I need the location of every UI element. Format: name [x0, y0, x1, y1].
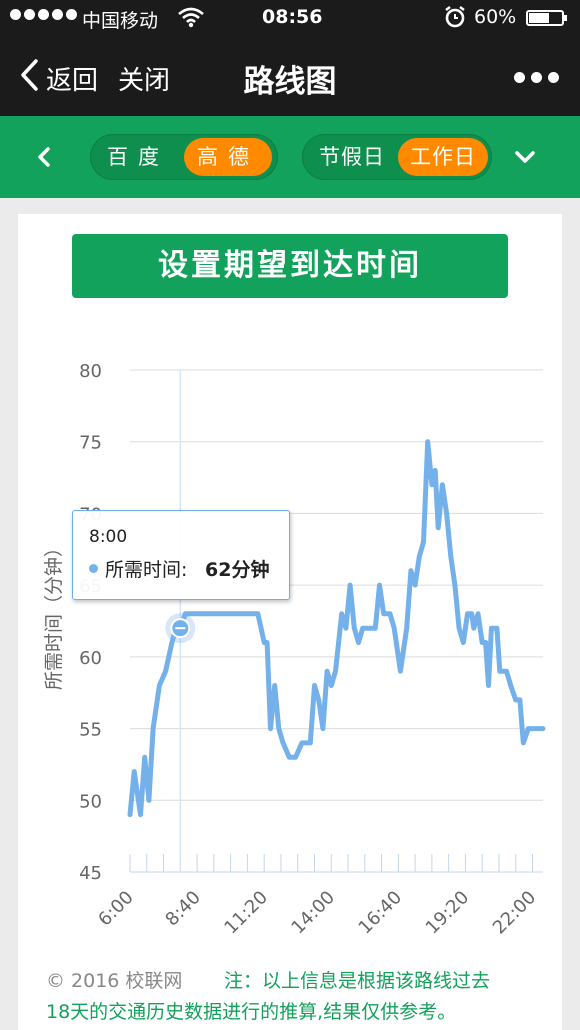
x-tick-label: 16:40 — [355, 887, 407, 939]
alarm-icon — [444, 5, 466, 34]
chevron-left-icon[interactable] — [36, 146, 52, 168]
battery-percent: 60% — [474, 6, 517, 28]
battery-icon — [526, 10, 567, 26]
set-arrival-time-button[interactable]: 设置期望到达时间 — [72, 234, 508, 298]
provider-gaode-option[interactable]: 高德 — [184, 138, 272, 176]
tooltip: 8:00 所需时间: 62分钟 — [72, 510, 290, 600]
chart-card: 设置期望到达时间 所需时间（分钟） 4550556065707580 6:008… — [18, 214, 562, 1030]
more-icon[interactable] — [514, 72, 559, 83]
chevron-down-icon[interactable] — [514, 150, 536, 164]
tooltip-time: 8:00 — [89, 527, 128, 547]
x-tick-label: 8:40 — [161, 887, 204, 930]
x-tick-label: 14:00 — [288, 887, 340, 939]
x-tick-label: 11:20 — [220, 887, 272, 939]
clock: 08:56 — [262, 6, 323, 28]
tooltip-value: 62分钟 — [205, 559, 270, 581]
x-tick-label: 19:20 — [422, 887, 474, 939]
carrier-label: 中国移动 — [82, 10, 159, 32]
x-tick-label: 22:00 — [489, 887, 541, 939]
note-line-2: 18天的交通历史数据进行的推算,结果仅供参考。 — [46, 1001, 457, 1023]
note-line-1: 注：以上信息是根据该路线过去 — [224, 970, 491, 992]
signal-icon — [10, 9, 77, 20]
provider-baidu-option[interactable]: 百度 — [96, 138, 180, 176]
tooltip-label: 所需时间: — [105, 559, 188, 581]
y-tick-label: 45 — [79, 863, 102, 884]
y-axis-label: 所需时间（分钟） — [43, 538, 65, 690]
toolbar: 百度 高德 节假日 工作日 — [0, 116, 580, 198]
y-tick-label: 55 — [79, 720, 102, 741]
wifi-icon — [178, 6, 204, 33]
day-type-toggle: 节假日 工作日 — [302, 134, 492, 180]
nav-bar: 返回 关闭 路线图 — [0, 38, 580, 116]
holiday-option[interactable]: 节假日 — [308, 138, 396, 176]
series-dot-icon — [89, 564, 98, 573]
travel-time-chart[interactable]: 所需时间（分钟） 4550556065707580 6:008:4011:201… — [18, 354, 562, 954]
y-tick-label: 80 — [79, 361, 102, 382]
y-tick-label: 60 — [79, 648, 102, 669]
workday-option[interactable]: 工作日 — [398, 138, 488, 176]
y-tick-label: 50 — [79, 791, 102, 812]
page-title: 路线图 — [243, 64, 337, 100]
status-bar: 中国移动 08:56 60% — [0, 0, 580, 38]
y-tick-label: 75 — [79, 433, 102, 454]
map-provider-toggle: 百度 高德 — [90, 134, 278, 180]
copyright-text: © 2016 校联网 — [46, 970, 183, 992]
x-tick-label: 6:00 — [94, 887, 137, 930]
